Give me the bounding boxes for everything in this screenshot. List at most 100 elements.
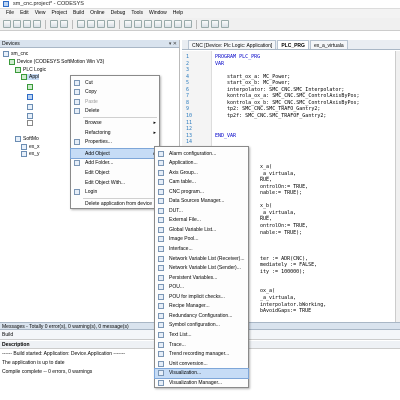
context-menu-item-browse[interactable]: Browse ▸	[71, 118, 159, 127]
pin-icon[interactable]: ▾ ✕	[169, 41, 177, 47]
submenu-item-persistent-variables[interactable]: Persistent Variables...	[155, 273, 248, 282]
code-line[interactable]: END_VAR	[215, 133, 236, 139]
code-line[interactable]: ter := ADR(CNC),	[260, 256, 308, 262]
context-menu-item-add-folder[interactable]: Add Folder...	[71, 159, 159, 168]
submenu-item-data-sources-manager[interactable]: Data Sources Manager...	[155, 197, 248, 206]
code-line[interactable]: nable:= TRUE);	[260, 190, 302, 196]
tree-child-icon[interactable]	[27, 113, 33, 119]
code-line[interactable]: x_a(	[260, 164, 272, 170]
build-icon[interactable]	[134, 20, 142, 28]
submenu-item-application[interactable]: Application...	[155, 159, 248, 168]
code-line[interactable]: start_ox_a: MC_Power;	[215, 74, 290, 80]
code-line[interactable]: _a_virtuala,	[260, 295, 296, 301]
step-over-icon[interactable]	[201, 20, 209, 28]
code-line[interactable]: x_b(	[260, 203, 272, 209]
menu-edit[interactable]: Edit	[17, 9, 32, 18]
menu-online[interactable]: Online	[87, 9, 107, 18]
tree-child-icon[interactable]	[27, 84, 33, 90]
submenu-item-network-variable-list-sender[interactable]: Network Variable List (Sender)...	[155, 264, 248, 273]
code-line[interactable]: tp2f: SMC_CNC.SMC_TRAFOF_Gantry2;	[215, 113, 326, 119]
submenu-item-dut[interactable]: DUT...	[155, 206, 248, 215]
paste-icon[interactable]	[97, 20, 105, 28]
submenu-item-cnc-program[interactable]: CNC program...	[155, 187, 248, 196]
run-icon[interactable]	[164, 20, 172, 28]
tree-item-project[interactable]: sm_cnc	[3, 51, 28, 57]
copy-icon[interactable]	[87, 20, 95, 28]
tree-item-application[interactable]: Appl	[21, 74, 40, 80]
tree-item-softmotion[interactable]: SoftMo	[15, 136, 39, 142]
editor-scrollbar[interactable]	[395, 51, 400, 322]
menu-help[interactable]: Help	[170, 9, 186, 18]
code-line[interactable]: kontrola_ox_a: SMC_CNC.SMC_ControlAxisBy…	[215, 93, 359, 99]
tree-child-icon[interactable]	[27, 94, 33, 100]
context-menu-item-properties[interactable]: Properties...	[71, 138, 159, 147]
reset-icon[interactable]	[184, 20, 192, 28]
tab-cnc[interactable]: CNC [Device: Plc Logic: Application]	[188, 40, 277, 49]
logout-icon[interactable]	[154, 20, 162, 28]
context-menu-item-copy[interactable]: Copy	[71, 88, 159, 97]
submenu-item-recipe-manager[interactable]: Recipe Manager...	[155, 302, 248, 311]
code-line[interactable]: VAR	[215, 61, 224, 67]
redo-icon[interactable]	[60, 20, 68, 28]
menu-tools[interactable]: Tools	[128, 9, 146, 18]
delete-icon[interactable]	[107, 20, 115, 28]
menu-file[interactable]: File	[3, 9, 17, 18]
submenu-item-symbol-configuration[interactable]: Symbol configuration...	[155, 321, 248, 330]
submenu-item-redundancy-configuration[interactable]: Redundancy Configuration...	[155, 311, 248, 320]
context-menu-item-add-object[interactable]: Add Object▸	[70, 148, 160, 160]
code-line[interactable]: start_ox_b: MC_Power;	[215, 80, 290, 86]
message-row[interactable]: The application is up to date	[2, 360, 65, 366]
context-menu-item-paste[interactable]: Paste	[71, 97, 159, 106]
menu-project[interactable]: Project	[48, 9, 70, 18]
tree-child-icon[interactable]	[27, 120, 33, 126]
login-icon[interactable]	[144, 20, 152, 28]
submenu-item-visualization-manager[interactable]: Visualization Manager...	[155, 378, 248, 387]
menu-debug[interactable]: Debug	[108, 9, 129, 18]
submenu-item-interface[interactable]: Interface...	[155, 245, 248, 254]
stop-icon[interactable]	[174, 20, 182, 28]
code-line[interactable]: bAvoidGaps:= TRUE	[260, 308, 311, 314]
message-row[interactable]: Compile complete -- 0 errors, 0 warnings	[2, 369, 92, 375]
undo-icon[interactable]	[50, 20, 58, 28]
submenu-item-global-variable-list[interactable]: Global Variable List...	[155, 225, 248, 234]
tree-item-plc-logic[interactable]: PLC Logic	[15, 67, 46, 73]
code-line[interactable]: kontrola_ox_b: SMC_CNC.SMC_ControlAxisBy…	[215, 100, 359, 106]
submenu-item-text-list[interactable]: Text List...	[155, 330, 248, 339]
tree-item-device[interactable]: Device (CODESYS SoftMotion Win V3)	[9, 59, 104, 65]
code-line[interactable]: nable:= TRUE);	[260, 230, 302, 236]
submenu-item-axis-group[interactable]: Axis Group...	[155, 168, 248, 177]
code-line[interactable]: interpolator.bWorking,	[260, 302, 326, 308]
step-into-icon[interactable]	[211, 20, 219, 28]
code-line[interactable]: ontrolOn:= TRUE,	[260, 184, 308, 190]
context-menu-item-cut[interactable]: Cut	[71, 78, 159, 87]
open-icon[interactable]	[13, 20, 21, 28]
submenu-item-unit-conversion[interactable]: Unit conversion...	[155, 359, 248, 368]
submenu-item-image-pool[interactable]: Image Pool...	[155, 235, 248, 244]
context-menu-item-edit-object[interactable]: Edit Object	[71, 168, 159, 177]
submenu-item-network-variable-list-receiver[interactable]: Network Variable List (Receiver)...	[155, 254, 248, 263]
code-line[interactable]: interpolator: SMC_CNC.SMC_Interpolator;	[215, 87, 344, 93]
menu-view[interactable]: View	[32, 9, 49, 18]
step-out-icon[interactable]	[221, 20, 229, 28]
submenu-item-trend-recording-manager[interactable]: Trend recording manager...	[155, 350, 248, 359]
submenu-item-cam-table[interactable]: Cam table...	[155, 178, 248, 187]
context-menu-item-login[interactable]: Login	[71, 188, 159, 197]
code-line[interactable]: ox_a(	[260, 288, 275, 294]
code-line[interactable]: RUE,	[260, 216, 272, 222]
print-icon[interactable]	[33, 20, 41, 28]
find-icon[interactable]	[124, 20, 132, 28]
context-menu-item-delete[interactable]: Delete	[71, 107, 159, 116]
submenu-item-pou-for-implicit-checks[interactable]: POU for implicit checks...	[155, 292, 248, 301]
new-icon[interactable]	[3, 20, 11, 28]
code-line[interactable]: tp2: SMC_CNC.SMC_TRAFO_Gantry2;	[215, 106, 320, 112]
submenu-item-visualization[interactable]: Visualization...	[154, 367, 249, 379]
tab-ex-a-virtuala[interactable]: ex_a_virtuala	[309, 40, 348, 49]
code-line[interactable]: ontrolOn:= TRUE,	[260, 223, 308, 229]
cut-icon[interactable]	[77, 20, 85, 28]
submenu-item-external-file[interactable]: External File...	[155, 216, 248, 225]
menu-window[interactable]: Window	[146, 9, 170, 18]
code-line[interactable]: mediately := FALSE,	[260, 262, 317, 268]
tab-plc-prg[interactable]: PLC_PRG	[277, 40, 309, 49]
context-menu-item-delete-application-from-device[interactable]: Delete application from device	[71, 199, 159, 208]
submenu-item-alarm-configuration[interactable]: Alarm configuration...	[155, 149, 248, 158]
